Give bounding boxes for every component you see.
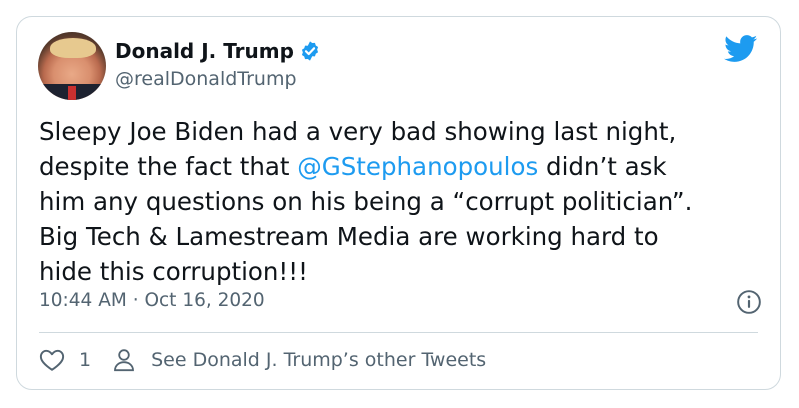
author-name[interactable]: Donald J. Trump (115, 39, 294, 63)
person-icon[interactable] (113, 348, 135, 372)
avatar-hair (50, 38, 96, 58)
avatar-tie (68, 86, 76, 100)
divider (39, 332, 758, 333)
tweet-card: Donald J. Trump @realDonaldTrump Sleepy … (16, 16, 781, 390)
like-count: 1 (79, 349, 92, 371)
author-avatar[interactable] (38, 32, 106, 100)
verified-badge-icon (301, 41, 318, 61)
author-name-row: Donald J. Trump (115, 39, 321, 63)
twitter-bird-icon[interactable] (724, 35, 758, 63)
mention-link[interactable]: @GStephanopoulos (297, 152, 538, 181)
other-tweets-link[interactable]: See Donald J. Trump’s other Tweets (151, 349, 486, 371)
author-handle[interactable]: @realDonaldTrump (115, 68, 297, 90)
heart-icon[interactable] (39, 348, 65, 372)
tweet-timestamp[interactable]: 10:44 AM · Oct 16, 2020 (39, 290, 265, 311)
tweet-actions: 1 See Donald J. Trump’s other Tweets (39, 348, 486, 372)
tweet-text: Sleepy Joe Biden had a very bad showing … (39, 114, 759, 289)
info-icon[interactable] (736, 289, 762, 315)
